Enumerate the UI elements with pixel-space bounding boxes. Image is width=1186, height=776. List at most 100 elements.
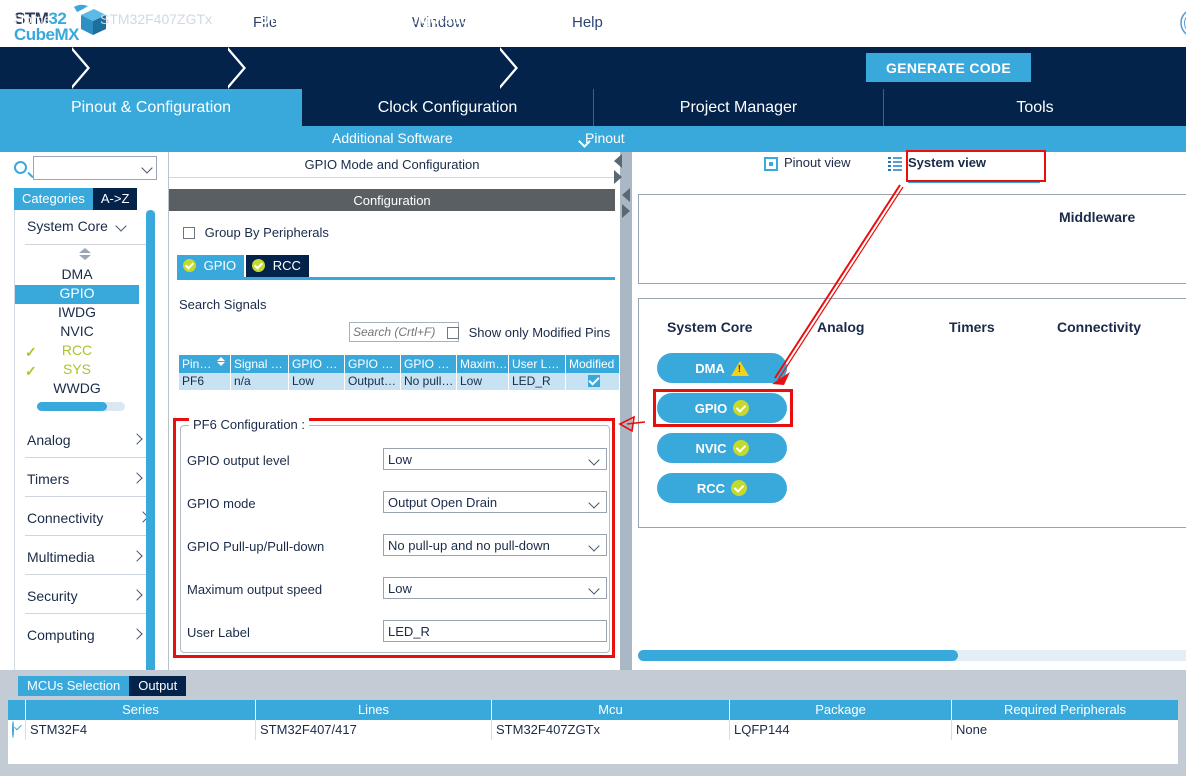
sidebar-group-computing[interactable]: Computing <box>15 623 155 653</box>
tab-pinout-configuration[interactable]: Pinout & Configuration <box>0 89 302 126</box>
bottom-tab-output[interactable]: Output <box>129 676 187 696</box>
collapse-left-arrow-icon[interactable] <box>622 188 630 202</box>
pill-label: NVIC <box>695 440 727 456</box>
breadcrumb-project[interactable]: Untitled - Pinout & Configuration <box>260 11 478 27</box>
col-header-mcu[interactable]: Mcu <box>492 700 730 720</box>
sidebar-item-gpio[interactable]: GPIO <box>15 285 139 304</box>
col-header-gpio-output-level[interactable]: GPIO … <box>289 355 345 373</box>
group-by-peripherals-checkbox[interactable] <box>183 227 195 239</box>
gpio-mode-select[interactable]: Output Open Drain <box>383 491 607 513</box>
sidebar-group-security[interactable]: Security <box>15 584 155 614</box>
status-ok-icon <box>183 259 196 272</box>
modified-checkbox[interactable] <box>588 375 600 387</box>
gpio-pill-highlight <box>653 389 793 427</box>
sidebar-item-sys[interactable]: ✓ SYS <box>15 361 139 380</box>
peripheral-tab-rcc[interactable]: RCC <box>246 255 309 277</box>
maximum-output-speed-select[interactable]: Low <box>383 577 607 599</box>
col-header-pin[interactable]: Pin… <box>179 355 231 373</box>
search-signals-input[interactable] <box>350 323 456 341</box>
status-ok-icon <box>731 480 748 496</box>
sidebar-item-wwdg[interactable]: WWDG <box>15 380 139 399</box>
sidebar-item-dma[interactable]: DMA <box>15 266 139 285</box>
cell-maximum-speed: Low <box>457 373 509 390</box>
system-pill-rcc[interactable]: RCC <box>657 473 787 503</box>
group-by-peripherals-row[interactable]: Group By Peripherals <box>183 225 329 240</box>
sidebar-tab-categories[interactable]: Categories <box>14 188 93 210</box>
menu-help[interactable]: Help <box>572 14 603 31</box>
tab-tools[interactable]: Tools <box>884 89 1186 126</box>
cell-gpio-pull: No pull… <box>401 373 457 390</box>
table-row[interactable]: STM32F4 STM32F407/417 STM32F407ZGTx LQFP… <box>8 720 1178 740</box>
system-view-panel: Pinout view System view Middleware Syste… <box>632 150 1186 670</box>
status-ok-icon <box>252 259 266 272</box>
gpio-pull-select[interactable]: No pull-up and no pull-down <box>383 534 607 556</box>
search-signals-box[interactable] <box>349 322 459 342</box>
field-gpio-mode: GPIO mode Output Open Drain <box>181 491 611 521</box>
tab-pinout-view[interactable]: Pinout view <box>764 155 851 177</box>
sidebar-search-row <box>0 156 168 184</box>
sidebar-inner-scroll-thumb[interactable] <box>37 402 107 411</box>
show-only-modified-checkbox[interactable] <box>447 327 459 339</box>
col-header-maximum-speed[interactable]: Maxim… <box>457 355 509 373</box>
peripheral-tab-gpio[interactable]: GPIO <box>177 255 245 277</box>
user-label-input[interactable]: LED_R <box>383 620 607 642</box>
sidebar-search-box[interactable] <box>33 156 157 180</box>
pf6-configuration-fieldset: PF6 Configuration : GPIO output level Lo… <box>180 417 611 653</box>
expand-right-arrow-icon[interactable] <box>622 204 630 218</box>
peripheral-tab-label: RCC <box>272 258 301 273</box>
generate-code-button[interactable]: GENERATE CODE <box>866 53 1031 82</box>
col-header-lines[interactable]: Lines <box>256 700 492 720</box>
sidebar-group-analog[interactable]: Analog <box>15 428 155 458</box>
col-header-required-peripherals[interactable]: Required Peripherals <box>952 700 1178 720</box>
pin-table: Pin… Signal … GPIO … GPIO … GPIO … Maxim… <box>179 355 619 390</box>
gpio-output-level-select[interactable]: Low <box>383 448 607 470</box>
col-header-user-label[interactable]: User L… <box>509 355 566 373</box>
breadcrumb-mcu[interactable]: STM32F407ZGTx <box>100 11 212 27</box>
expand-right-arrow-icon[interactable] <box>614 170 622 184</box>
tab-project-manager[interactable]: Project Manager <box>594 89 884 126</box>
system-pill-dma[interactable]: DMA <box>657 353 787 383</box>
gpio-mode-title: GPIO Mode and Configuration <box>169 152 615 178</box>
view-tab-label: Pinout view <box>784 155 851 170</box>
additional-software-link[interactable]: Additional Software <box>332 130 453 146</box>
col-header-series[interactable]: Series <box>26 700 256 720</box>
col-header-modified[interactable]: Modified <box>566 355 619 373</box>
sidebar-group-connectivity[interactable]: Connectivity <box>15 506 155 536</box>
cell-required-peripherals: None <box>956 722 988 737</box>
collapse-left-arrow-icon[interactable] <box>614 154 622 168</box>
sidebar-item-iwdg[interactable]: IWDG <box>15 304 139 323</box>
sidebar-group-timers[interactable]: Timers <box>15 467 155 497</box>
tab-clock-configuration[interactable]: Clock Configuration <box>302 89 594 126</box>
pf6-configuration-highlight: PF6 Configuration : GPIO output level Lo… <box>173 417 615 658</box>
sidebar-item-rcc[interactable]: ✓ RCC <box>15 342 139 361</box>
col-header-gpio-mode[interactable]: GPIO … <box>345 355 401 373</box>
sidebar-group-system-core[interactable]: System Core <box>15 214 155 244</box>
breadcrumb-home[interactable]: Home <box>14 11 51 27</box>
scroll-up-down-handle[interactable] <box>77 248 93 262</box>
field-label: User Label <box>187 625 250 640</box>
right-panel-hscroll-thumb[interactable] <box>638 650 958 661</box>
divider <box>25 457 147 458</box>
cell-package: LQFP144 <box>730 720 952 740</box>
sidebar-item-nvic[interactable]: NVIC <box>15 323 139 342</box>
sort-icon[interactable] <box>217 357 225 366</box>
pinout-link[interactable]: Pinout <box>585 130 625 146</box>
main-tab-bar: Pinout & Configuration Clock Configurati… <box>0 89 1186 126</box>
system-pill-nvic[interactable]: NVIC <box>657 433 787 463</box>
chevron-down-icon[interactable] <box>141 162 153 174</box>
sidebar-group-multimedia[interactable]: Multimedia <box>15 545 155 575</box>
ten-years-badge-icon[interactable]: 10 <box>1178 6 1186 40</box>
sidebar-search-input[interactable] <box>34 157 138 179</box>
cell-gpio-mode: Output… <box>345 373 401 390</box>
panel-splitter[interactable] <box>614 152 632 670</box>
sidebar-tab-az[interactable]: A->Z <box>92 188 138 210</box>
col-header-signal[interactable]: Signal … <box>231 355 289 373</box>
bottom-tab-mcus-selection[interactable]: MCUs Selection <box>18 676 130 696</box>
table-row[interactable]: PF6 n/a Low Output… No pull… Low LED_R <box>179 373 619 390</box>
field-value: LED_R <box>388 624 430 639</box>
show-only-modified-row[interactable]: Show only Modified Pins <box>447 325 610 340</box>
cell-modified[interactable] <box>566 373 619 390</box>
check-icon: ✓ <box>25 363 37 379</box>
col-header-package[interactable]: Package <box>730 700 952 720</box>
col-header-gpio-pull[interactable]: GPIO … <box>401 355 457 373</box>
